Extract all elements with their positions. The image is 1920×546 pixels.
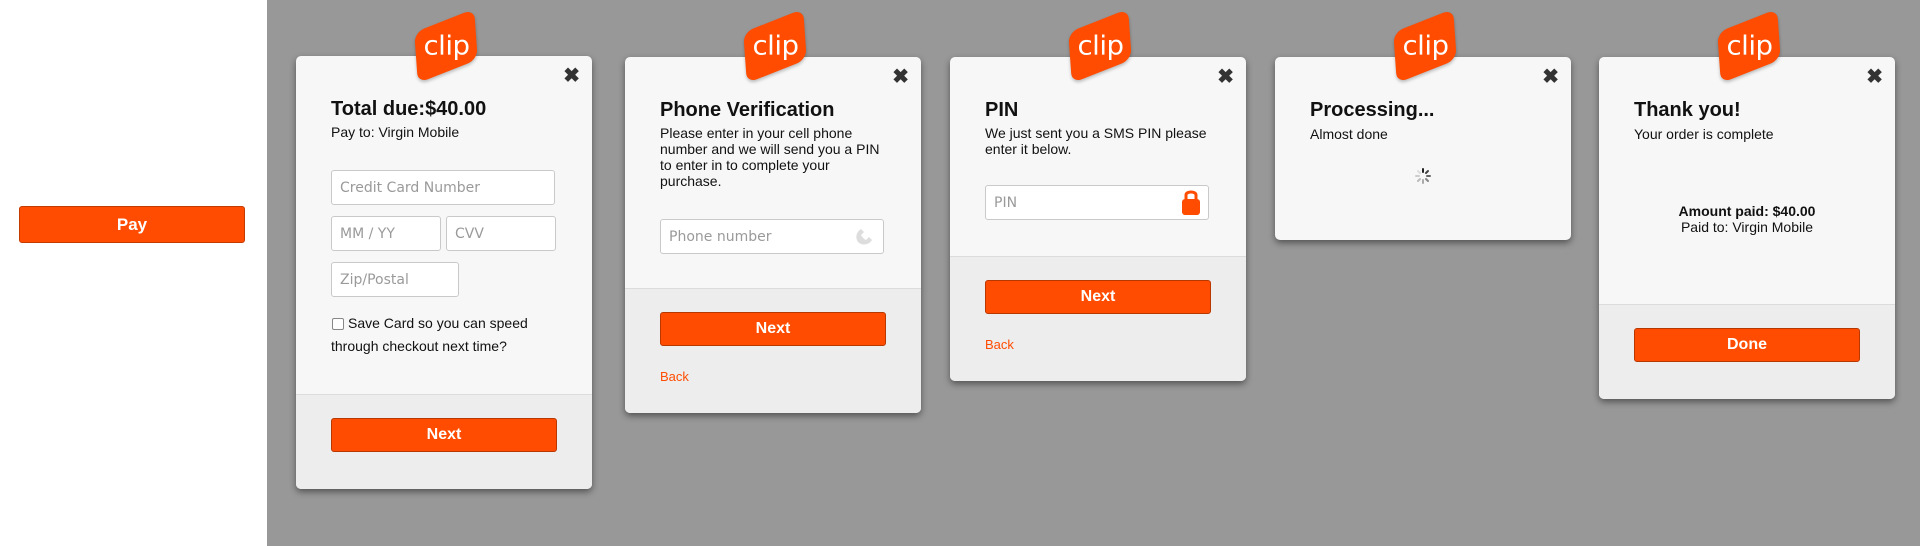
description-line: enter it below.: [985, 141, 1072, 157]
back-link[interactable]: Back: [985, 337, 1014, 352]
card-footer: Next: [296, 394, 592, 489]
order-complete-subtitle: Your order is complete: [1634, 126, 1774, 142]
thank-you-card: ✖ Thank you! Your order is complete Amou…: [1599, 57, 1895, 399]
cvv-input[interactable]: CVV: [446, 216, 556, 251]
pin-title: PIN: [985, 99, 1019, 121]
card-footer: Next Back: [950, 256, 1246, 381]
phone-number-placeholder: Phone number: [669, 228, 772, 245]
clip-logo-text: clip: [422, 30, 470, 62]
description-line: Please enter in your cell phone: [660, 125, 853, 141]
next-button[interactable]: Next: [660, 312, 886, 346]
card-footer: Done: [1599, 304, 1895, 399]
close-icon[interactable]: ✖: [563, 66, 580, 86]
pin-card: ✖ PIN We just sent you a SMS PIN please …: [950, 57, 1246, 381]
zip-input[interactable]: Zip/Postal: [331, 262, 459, 297]
description-line: purchase.: [660, 173, 722, 189]
checkout-stage: ✖ Total due:$40.00 Pay to: Virgin Mobile…: [267, 0, 1920, 546]
phone-verification-description: Please enter in your cell phone number a…: [660, 125, 879, 189]
total-due-title: Total due:$40.00: [331, 98, 487, 120]
clip-logo-text: clip: [1076, 30, 1124, 62]
save-card-label-line1: Save Card so you can speed: [348, 315, 528, 331]
processing-card: ✖ Processing... Almost done: [1275, 57, 1571, 240]
processing-title: Processing...: [1310, 99, 1435, 121]
phone-verification-title: Phone Verification: [660, 99, 835, 121]
clip-logo-text: clip: [1401, 30, 1449, 62]
save-card-label-line2: through checkout next time?: [331, 338, 507, 354]
paid-to: Paid to: Virgin Mobile: [1680, 219, 1814, 235]
description-line: to enter in to complete your: [660, 157, 830, 173]
description-line: number and we will send you a PIN: [660, 141, 880, 157]
next-button[interactable]: Next: [331, 418, 557, 452]
merchant-pane: Pay: [0, 0, 267, 546]
clip-logo-text: clip: [751, 30, 799, 62]
pay-button[interactable]: Pay: [19, 206, 245, 243]
credit-card-input[interactable]: Credit Card Number: [331, 170, 555, 205]
pin-description: We just sent you a SMS PIN please enter …: [985, 125, 1207, 157]
thank-you-title: Thank you!: [1634, 99, 1741, 121]
back-link[interactable]: Back: [660, 369, 689, 384]
card-footer: Next Back: [625, 288, 921, 413]
close-icon[interactable]: ✖: [1217, 67, 1234, 87]
expiry-input[interactable]: MM / YY: [331, 216, 441, 251]
phone-verification-card: ✖ Phone Verification Please enter in you…: [625, 57, 921, 413]
pay-to-label: Pay to: Virgin Mobile: [331, 124, 460, 140]
save-card-checkbox[interactable]: [332, 318, 344, 330]
phone-icon: [856, 229, 872, 245]
payment-card: ✖ Total due:$40.00 Pay to: Virgin Mobile…: [296, 56, 592, 489]
done-button[interactable]: Done: [1634, 328, 1860, 362]
pin-input[interactable]: PIN: [985, 185, 1209, 220]
clip-logo-text: clip: [1725, 30, 1773, 62]
close-icon[interactable]: ✖: [1542, 67, 1559, 87]
close-icon[interactable]: ✖: [892, 67, 909, 87]
lock-icon: [1182, 190, 1200, 215]
pin-placeholder: PIN: [994, 194, 1018, 211]
description-line: We just sent you a SMS PIN please: [985, 125, 1207, 141]
processing-subtitle: Almost done: [1310, 126, 1388, 142]
phone-number-input[interactable]: Phone number: [660, 219, 884, 254]
close-icon[interactable]: ✖: [1866, 67, 1883, 87]
spinner-icon: [1415, 168, 1431, 184]
amount-paid: Amount paid: $40.00: [1678, 203, 1816, 219]
next-button[interactable]: Next: [985, 280, 1211, 314]
